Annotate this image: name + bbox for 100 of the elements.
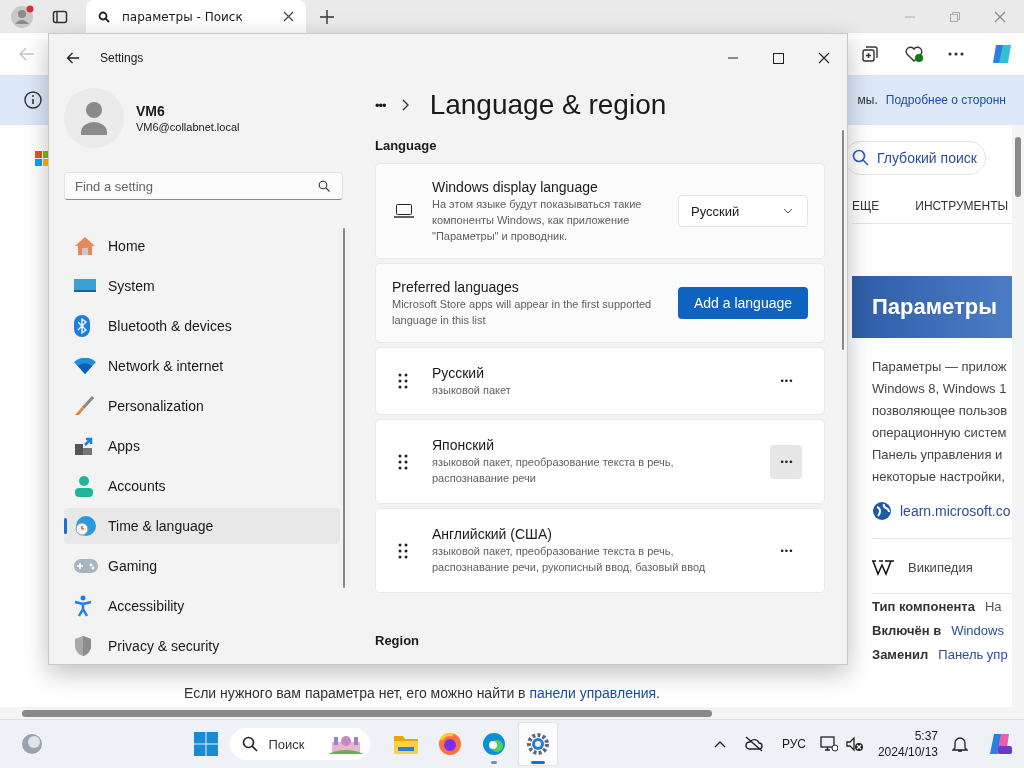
shield-icon <box>74 635 92 657</box>
drag-handle-icon[interactable] <box>398 373 408 389</box>
fact-value[interactable]: Windows <box>951 622 1004 638</box>
laptop-icon <box>394 204 414 218</box>
info-link[interactable]: Подробнее о сторонн <box>885 93 1006 107</box>
drag-handle-icon[interactable] <box>398 542 408 559</box>
user-name: VM6 <box>136 103 166 119</box>
search-icon <box>98 10 110 23</box>
language-name: Русский <box>432 364 485 381</box>
more-button[interactable]: ••• <box>770 533 802 568</box>
language-card[interactable]: Японский языковой пакет, преобразование текста в речь, распознавание речи ••• <box>375 419 825 504</box>
bell-icon[interactable] <box>952 735 968 753</box>
gear-icon <box>526 732 551 756</box>
source-label: Википедия <box>908 559 973 575</box>
section-heading: Region <box>375 633 421 648</box>
deep-search-button[interactable]: Глубокий поиск <box>848 141 986 175</box>
language-features: языковой пакет, преобразование текста в речь, распознавание речи, рукописный ввод, базовый ввод <box>432 544 707 575</box>
heart-icon[interactable] <box>904 45 924 63</box>
start-icon[interactable] <box>194 732 219 756</box>
more-button[interactable]: ••• <box>770 444 802 479</box>
browser-tab[interactable]: параметры - Поиск <box>86 0 306 33</box>
nav-item[interactable]: Accounts <box>64 468 340 504</box>
search-icon <box>851 148 871 168</box>
scrollbar-thumb[interactable] <box>842 130 844 350</box>
drag-handle-icon[interactable] <box>398 453 408 470</box>
nav-item[interactable]: Apps <box>64 428 340 464</box>
more-button[interactable]: ••• <box>770 364 802 398</box>
taskbar-app[interactable] <box>518 722 559 766</box>
add-language-button[interactable]: Add a language <box>678 287 808 319</box>
globe-icon <box>872 501 892 521</box>
nav-item[interactable]: System <box>64 268 340 304</box>
clock-time: 5:37 <box>914 728 938 744</box>
language-name: Английский (США) <box>432 526 553 542</box>
card-title: Preferred languages <box>392 278 520 295</box>
language-features: языковой пакет, преобразование текста в речь, распознавание речи <box>432 455 675 486</box>
globe-clock-icon <box>74 515 96 537</box>
nav-item[interactable]: Personalization <box>64 388 340 424</box>
clock-date: 2024/10/13 <box>877 744 938 760</box>
person-icon <box>74 475 94 497</box>
taskbar-search[interactable]: Поиск <box>230 728 371 760</box>
fact-value: На <box>984 598 1002 614</box>
apps-icon <box>74 436 94 456</box>
language-features: языковой пакет <box>432 382 512 398</box>
language-card[interactable]: Английский (США) языковой пакет, преобразование текста в речь, распознавание речи, рукописный ввод, базовый ввод ••• <box>375 508 825 593</box>
scrollbar-thumb[interactable] <box>1015 137 1021 197</box>
chevron-up-icon[interactable] <box>713 740 726 748</box>
avatar-icon <box>64 88 124 148</box>
card-description: Microsoft Store apps will appear in the first supported language in this list <box>392 296 653 328</box>
fact-value[interactable]: Панель упр <box>938 646 1008 662</box>
search-input[interactable]: Find a setting <box>75 178 318 194</box>
home-icon <box>74 236 96 256</box>
search-field[interactable]: Find a setting <box>64 172 343 200</box>
user-email: VM6@collabnet.local <box>136 121 240 133</box>
card-description: На этом языке будут показываться такие компоненты Windows, как приложение "Параметры" и проводник. <box>432 196 643 244</box>
nav-item[interactable]: Bluetooth & devices <box>64 308 340 344</box>
fact-label: Заменил <box>872 646 929 662</box>
nav-item[interactable]: Network & internet <box>64 348 340 384</box>
cloud-off-icon[interactable] <box>743 736 764 752</box>
close-icon[interactable] <box>818 52 830 64</box>
volume-mute-icon[interactable] <box>845 736 864 752</box>
section-heading: Language <box>375 138 438 153</box>
folder-icon <box>393 733 420 755</box>
nav-item[interactable]: Accessibility <box>64 588 340 624</box>
language-card[interactable]: Русский языковой пакет ••• <box>375 347 825 415</box>
topic-banner: Параметры <box>852 276 1012 338</box>
input-language[interactable]: РУС <box>781 737 806 751</box>
info-icon <box>24 91 42 109</box>
new-tab-icon[interactable] <box>320 9 334 24</box>
nav-link[interactable]: ЕЩЕ <box>852 199 880 223</box>
wifi-icon <box>74 358 96 374</box>
breadcrumb-more[interactable]: ••• <box>375 97 386 113</box>
tab-actions-icon[interactable] <box>52 8 68 25</box>
more-icon[interactable] <box>948 52 964 56</box>
network-icon[interactable] <box>819 736 838 752</box>
page-title: Language & region <box>429 89 667 121</box>
profile-icon[interactable] <box>10 3 36 30</box>
back-icon[interactable] <box>66 52 80 64</box>
nav-item[interactable]: Privacy & security <box>64 628 340 664</box>
language-dropdown[interactable]: Русский <box>678 195 808 227</box>
footer-text: Если нужного вам параметра нет, его можно найти в панели управления. <box>184 685 661 701</box>
search-icon <box>242 736 259 752</box>
scrollbar-thumb[interactable] <box>22 709 712 717</box>
info-text: мы. <box>857 93 878 107</box>
gamepad-icon <box>74 558 98 574</box>
topic-description: Параметры — прилож Windows 8, Windows 1 позволяющее пользов операционную систем Панель управления и некоторые настройки, <box>872 358 1009 486</box>
card-title: Windows display language <box>432 178 599 195</box>
collections-icon[interactable] <box>861 45 879 63</box>
nav-link[interactable]: ИНСТРУМЕНТЫ <box>915 199 1009 223</box>
nav-item[interactable]: Gaming <box>64 548 340 584</box>
source-link[interactable]: learn.microsoft.co <box>900 503 1011 519</box>
maximize-icon[interactable] <box>773 52 784 64</box>
chevron-down-icon <box>783 208 793 214</box>
nav-item[interactable]: Home <box>64 228 340 264</box>
nav-item[interactable]: Time & language <box>64 508 340 544</box>
monitor-icon <box>74 278 96 294</box>
fact-label: Тип компонента <box>872 598 975 614</box>
close-icon[interactable] <box>283 11 294 22</box>
logo-icon <box>35 151 48 167</box>
accessibility-icon <box>74 595 92 617</box>
control-panel-link[interactable]: панели управления <box>529 685 657 701</box>
